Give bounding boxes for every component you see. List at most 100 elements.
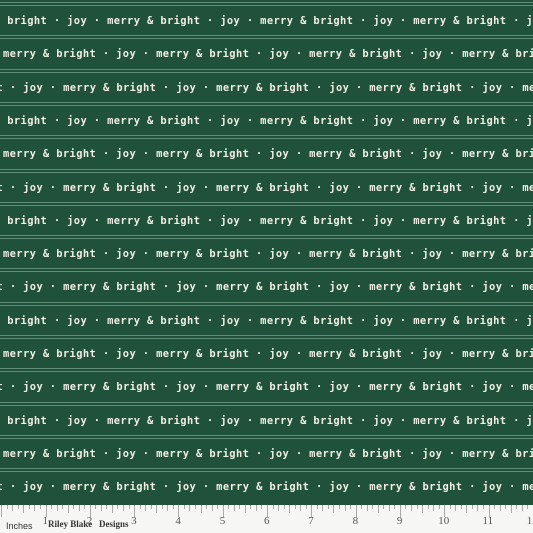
ruler-tick (189, 505, 191, 511)
ruler-tick (217, 505, 219, 509)
double-stripe (0, 335, 533, 341)
ruler-tick (206, 505, 208, 509)
ruler-tick (516, 505, 518, 509)
ruler-tick (427, 505, 429, 509)
ruler-tick (56, 505, 58, 511)
ruler-tick (460, 505, 462, 509)
pattern-text: merry & bright · joy · merry & bright · … (0, 114, 533, 127)
ruler-tick (6, 505, 8, 509)
ruler-tick (239, 505, 241, 509)
ruler-number: 5 (219, 515, 226, 527)
pattern-text: merry & bright · joy · merry & bright · … (0, 381, 533, 394)
ruler-number: 7 (308, 515, 314, 527)
ruler-tick (128, 505, 130, 509)
inch-ruler: Inches Riley Blake Designs 1 2 3 4 5 6 7 8 9 10 11… (0, 505, 533, 533)
ruler-tick (195, 505, 196, 509)
double-stripe (0, 468, 533, 474)
double-stripe (0, 168, 533, 175)
ruler-tick (95, 505, 97, 509)
pattern-text: merry & bright · joy · merry & bright · … (0, 81, 533, 94)
ruler-tick (477, 505, 479, 511)
double-stripe (0, 35, 533, 41)
ruler-tick (316, 505, 318, 509)
double-stripe (0, 135, 533, 141)
ruler-tick (172, 505, 174, 509)
ruler-number: 11 (482, 515, 494, 527)
ruler-brand-designs: Designs (99, 519, 129, 529)
pattern-text: merry & bright · joy · merry & bright · … (0, 414, 533, 427)
ruler-number: 3 (131, 515, 137, 527)
ruler-tick (505, 505, 507, 509)
ruler-tick (433, 505, 435, 511)
pattern-text: merry & bright · joy · merry & bright · … (0, 181, 533, 194)
pattern-row: merry & bright · joy · merry & bright · … (0, 168, 533, 202)
pattern-row: merry & bright · joy · merry & bright · … (0, 35, 533, 68)
pattern-text: merry & bright · joy · merry & bright · … (3, 248, 533, 261)
ruler-tick (361, 505, 363, 509)
ruler-tick (34, 505, 36, 511)
ruler-tick (84, 505, 86, 509)
ruler-tick (23, 505, 25, 513)
double-stripe (0, 235, 533, 241)
pattern-text: merry & bright · joy · merry & bright · … (3, 48, 533, 61)
ruler-tick (39, 505, 41, 509)
double-stripe (0, 68, 533, 75)
ruler-tick (150, 505, 152, 509)
ruler-tick (117, 505, 119, 509)
ruler-number: 9 (396, 515, 403, 527)
pattern-row: merry & bright · joy · merry & bright · … (0, 235, 533, 268)
ruler-tick (338, 505, 340, 509)
ruler-tick (255, 505, 257, 511)
double-stripe (0, 434, 533, 441)
ruler-tick (377, 505, 379, 513)
pattern-row: merry & bright · joy · merry & bright · … (0, 201, 533, 235)
ruler-tick (466, 505, 468, 513)
ruler-brand-name: Riley Blake (48, 519, 93, 529)
pattern-row: merry & bright · joy · merry & bright · … (0, 68, 533, 102)
pattern-row: merry & bright · joy · merry & bright · … (0, 335, 533, 368)
double-stripe (0, 401, 533, 408)
pattern-row: merry & bright · joy · merry & bright · … (0, 434, 533, 468)
ruler-tick (521, 505, 523, 511)
pattern-row: merry & bright · joy · merry & bright · … (0, 401, 533, 435)
ruler-tick (278, 505, 280, 511)
ruler-tick (305, 505, 307, 509)
pattern-text: merry & bright · joy · merry & bright · … (0, 281, 533, 294)
ruler-tick (106, 505, 108, 509)
ruler-tick (527, 505, 529, 509)
double-stripe (0, 268, 533, 274)
ruler-tick (51, 505, 53, 509)
pattern-text: merry & bright · joy · merry & bright · … (3, 148, 533, 161)
ruler-tick (294, 505, 296, 509)
ruler-tick (1, 505, 3, 517)
ruler-tick (17, 505, 19, 509)
ruler-tick (228, 505, 230, 509)
ruler-tick (200, 505, 202, 513)
double-stripe (0, 368, 533, 374)
ruler-tick (67, 505, 69, 513)
double-stripe (0, 101, 533, 108)
pattern-row: merry & bright · joy · merry & bright · … (0, 468, 533, 501)
ruler-tick (272, 505, 274, 509)
pattern-text: merry & bright · joy · merry & bright · … (3, 348, 533, 360)
ruler-tick (438, 505, 440, 509)
ruler-tick (499, 505, 501, 511)
double-stripe (0, 201, 533, 208)
ruler-tick (78, 505, 80, 511)
ruler-number: 4 (175, 515, 181, 527)
double-stripe (0, 2, 533, 8)
ruler-tick (410, 505, 412, 511)
ruler-unit-label: Inches (6, 521, 33, 531)
fabric-swatch: merry & bright · joy · merry & bright · … (0, 0, 533, 505)
ruler-tick (350, 505, 352, 509)
pattern-row: merry & bright · joy · merry & bright · … (0, 101, 533, 135)
pattern-text: merry & bright · joy · merry & bright · … (3, 447, 533, 460)
ruler-tick (455, 505, 457, 511)
pattern-text: merry & bright · joy · merry & bright · … (0, 214, 533, 227)
ruler-tick (322, 505, 324, 511)
ruler-tick (28, 505, 30, 509)
ruler-tick (405, 505, 407, 509)
ruler-number: 6 (264, 515, 270, 527)
ruler-tick (261, 505, 263, 509)
pattern-row: merry & bright · joy · merry & bright · … (0, 368, 533, 401)
